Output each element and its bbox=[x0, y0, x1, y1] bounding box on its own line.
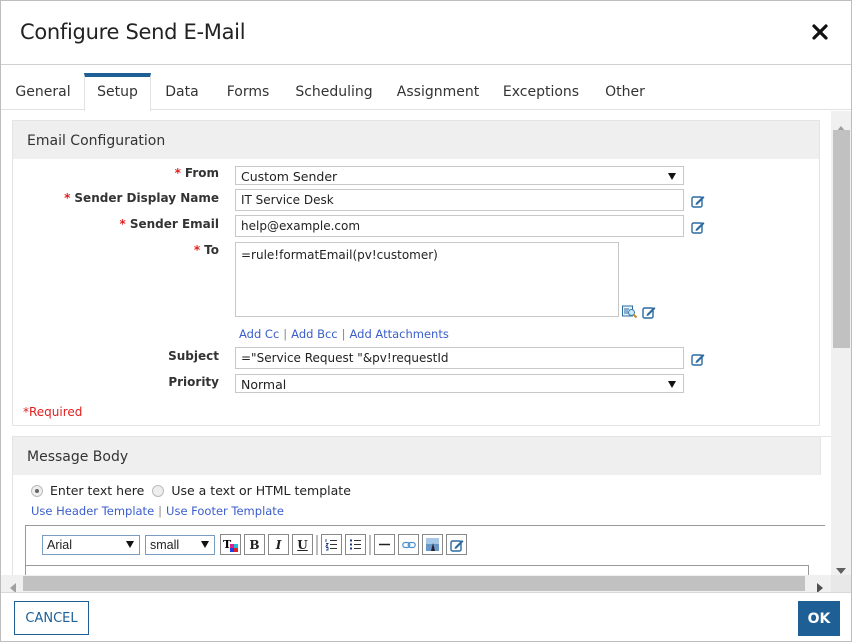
expression-editor-icon[interactable] bbox=[691, 351, 705, 366]
required-marker: * bbox=[119, 217, 126, 231]
required-marker: * bbox=[174, 166, 181, 180]
use-header-template-link[interactable]: Use Header Template bbox=[31, 504, 154, 518]
font-size-value: small bbox=[150, 537, 180, 552]
chevron-down-icon bbox=[201, 540, 209, 548]
to-label: * To bbox=[194, 243, 219, 257]
to-label-text: To bbox=[204, 243, 219, 257]
link-icon bbox=[401, 541, 416, 548]
tab-data[interactable]: Data bbox=[159, 73, 205, 110]
horizontal-rule-button[interactable] bbox=[374, 534, 395, 555]
toolbar-divider bbox=[369, 534, 371, 555]
from-value: Custom Sender bbox=[241, 169, 338, 184]
rich-text-editor: Arial small T B I U bbox=[25, 525, 825, 576]
message-body-section: Message Body Enter text here Use a text … bbox=[12, 436, 831, 576]
sender-display-name-label: * Sender Display Name bbox=[64, 191, 219, 205]
font-family-value: Arial bbox=[47, 537, 73, 552]
editor-toolbar: Arial small T B I U bbox=[42, 534, 470, 555]
required-note: *Required bbox=[23, 405, 83, 419]
tab-setup[interactable]: Setup bbox=[84, 73, 151, 111]
horizontal-scroll-thumb[interactable] bbox=[23, 576, 805, 591]
image-icon bbox=[426, 538, 439, 551]
vertical-scrollbar[interactable] bbox=[831, 111, 851, 576]
link-separator: | bbox=[341, 327, 346, 341]
body-source-radio-group: Enter text here Use a text or HTML templ… bbox=[31, 483, 351, 498]
chevron-down-icon bbox=[668, 173, 676, 180]
chevron-down-icon bbox=[668, 381, 676, 388]
priority-value: Normal bbox=[241, 377, 287, 392]
configure-send-email-dialog: Configure Send E-Mail General Setup Data… bbox=[0, 0, 852, 642]
sender-display-name-input[interactable]: IT Service Desk bbox=[235, 189, 684, 211]
toolbar-divider bbox=[316, 534, 318, 555]
add-attachments-link[interactable]: Add Attachments bbox=[350, 327, 449, 341]
tab-other[interactable]: Other bbox=[599, 73, 651, 110]
section-heading: Message Body bbox=[13, 437, 821, 475]
section-heading: Email Configuration bbox=[13, 121, 819, 159]
horizontal-scrollbar[interactable] bbox=[1, 575, 831, 593]
sender-email-label: * Sender Email bbox=[120, 217, 219, 231]
ordered-list-button[interactable] bbox=[321, 534, 342, 555]
sender-email-label-text: Sender Email bbox=[129, 217, 219, 231]
italic-button[interactable]: I bbox=[268, 534, 289, 555]
tab-exceptions[interactable]: Exceptions bbox=[498, 73, 584, 110]
radio-enter-text-label: Enter text here bbox=[50, 483, 145, 498]
add-bcc-link[interactable]: Add Bcc bbox=[291, 327, 337, 341]
template-links: Use Header Template | Use Footer Template bbox=[31, 504, 284, 518]
radio-use-template-label: Use a text or HTML template bbox=[171, 483, 351, 498]
required-marker: * bbox=[193, 243, 201, 257]
sender-display-name-label-text: Sender Display Name bbox=[74, 191, 219, 205]
from-label-text: From bbox=[184, 166, 219, 180]
ok-button[interactable]: OK bbox=[798, 601, 840, 636]
insert-image-button[interactable] bbox=[422, 534, 443, 555]
text-color-button[interactable]: T bbox=[220, 534, 241, 555]
unordered-list-icon bbox=[350, 539, 361, 550]
insert-link-button[interactable] bbox=[398, 534, 419, 555]
underline-button[interactable]: U bbox=[292, 534, 313, 555]
expression-editor-button[interactable] bbox=[446, 534, 467, 555]
use-footer-template-link[interactable]: Use Footer Template bbox=[166, 504, 284, 518]
vertical-scroll-thumb[interactable] bbox=[833, 130, 850, 348]
radio-enter-text[interactable] bbox=[31, 484, 43, 497]
cancel-button[interactable]: CANCEL bbox=[14, 601, 89, 635]
add-cc-link[interactable]: Add Cc bbox=[239, 327, 279, 341]
link-separator: | bbox=[283, 327, 288, 341]
expression-editor-icon[interactable] bbox=[691, 219, 705, 234]
tab-bar: General Setup Data Forms Scheduling Assi… bbox=[1, 65, 851, 111]
recipient-links: Add Cc | Add Bcc | Add Attachments bbox=[239, 327, 449, 341]
tab-general[interactable]: General bbox=[7, 73, 79, 110]
close-icon[interactable] bbox=[811, 23, 829, 41]
user-picker-icon[interactable] bbox=[622, 304, 638, 319]
tab-scheduling[interactable]: Scheduling bbox=[290, 73, 378, 110]
from-select[interactable]: Custom Sender bbox=[235, 166, 684, 185]
required-marker: * bbox=[64, 191, 71, 205]
font-size-select[interactable]: small bbox=[145, 534, 215, 555]
link-separator: | bbox=[158, 504, 163, 518]
ordered-list-icon bbox=[325, 539, 337, 551]
email-configuration-section: Email Configuration * From Custom Sender … bbox=[12, 120, 820, 426]
sender-email-input[interactable]: help@example.com bbox=[235, 215, 684, 237]
expression-editor-icon[interactable] bbox=[642, 304, 656, 319]
unordered-list-button[interactable] bbox=[345, 534, 366, 555]
tab-assignment[interactable]: Assignment bbox=[391, 73, 485, 110]
priority-select[interactable]: Normal bbox=[235, 374, 684, 393]
expression-editor-icon[interactable] bbox=[691, 193, 705, 208]
priority-label: Priority bbox=[168, 375, 219, 389]
radio-use-template[interactable] bbox=[152, 484, 165, 497]
from-label: * From bbox=[175, 166, 219, 180]
scrollbar-corner bbox=[831, 575, 851, 592]
bold-button[interactable]: B bbox=[244, 534, 265, 555]
horizontal-rule-icon bbox=[379, 543, 390, 546]
subject-input[interactable]: ="Service Request "&pv!requestId bbox=[235, 347, 684, 369]
expression-editor-icon bbox=[449, 539, 463, 552]
tab-forms[interactable]: Forms bbox=[219, 73, 277, 110]
dialog-content: Email Configuration * From Custom Sender … bbox=[1, 111, 831, 576]
font-family-select[interactable]: Arial bbox=[42, 534, 140, 555]
dialog-footer: CANCEL OK bbox=[1, 592, 851, 641]
to-textarea[interactable]: =rule!formatEmail(pv!customer) bbox=[235, 242, 619, 317]
chevron-down-icon bbox=[126, 540, 134, 548]
dialog-header: Configure Send E-Mail bbox=[1, 1, 851, 65]
dialog-title: Configure Send E-Mail bbox=[20, 20, 246, 44]
subject-label: Subject bbox=[168, 349, 219, 363]
text-color-icon: T bbox=[223, 538, 238, 552]
